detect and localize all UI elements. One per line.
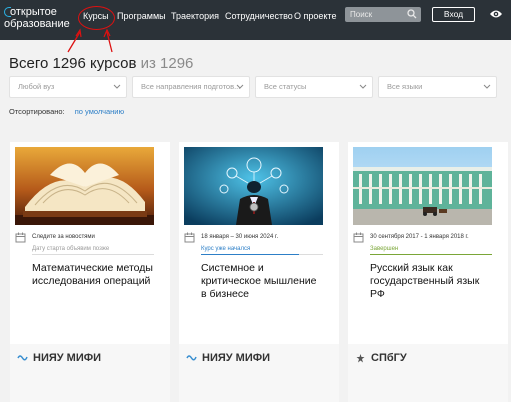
login-button[interactable]: Вход [432,7,475,22]
course-title[interactable]: Системное и критическое мышление в бизне… [201,262,323,301]
nav-item-cooperation[interactable]: Сотрудничество [225,10,293,22]
calendar-icon [353,232,364,243]
mephi-logo-icon [17,355,28,361]
search-placeholder: Поиск [350,10,373,19]
course-progress-fill [201,254,299,255]
nav-item-programs[interactable]: Программы [117,10,166,22]
course-card[interactable]: 30 сентября 2017 - 1 января 2018 г. Заве… [348,142,508,402]
sort-control: Отсортировано: по умолчанию [9,107,124,117]
courses-total: Всего 1296 курсов [9,55,137,72]
course-card-footer: СПбГУ [348,344,508,402]
logo-line1: открытое [10,6,57,18]
search-input[interactable]: Поиск [345,7,421,22]
logo-line2: образование [4,18,70,30]
course-title[interactable]: Математические методы исследования опера… [32,262,154,288]
course-dates: Следите за новостями [32,234,95,240]
filter-language[interactable]: Все языки [378,76,497,98]
course-card-footer: НИЯУ МИФИ [179,344,339,402]
course-status: Дату старта объявим позже [32,246,110,252]
nav-item-trajectory[interactable]: Траектория [171,10,219,22]
course-image-winter-palace [353,147,492,225]
course-dates: 30 сентября 2017 - 1 января 2018 г. [370,234,469,240]
course-university[interactable]: НИЯУ МИФИ [202,352,270,365]
course-progress-bar [201,254,323,255]
search-icon[interactable] [407,9,417,19]
site-logo[interactable]: открытое образование [4,4,76,36]
filter-direction-label: Все направления подготов... [141,82,241,91]
course-card[interactable]: Следите за новостями Дату старта объявим… [10,142,170,402]
filter-language-label: Все языки [387,82,423,91]
course-image-thinking [184,147,323,225]
chevron-down-icon [236,84,244,89]
chevron-down-icon [483,84,491,89]
courses-count-heading: Всего 1296 курсов из 1296 [9,55,193,73]
calendar-icon [15,232,26,243]
chevron-down-icon [113,84,121,89]
course-university[interactable]: СПбГУ [371,352,407,365]
course-progress-fill [370,254,492,255]
top-navigation-bar: открытое образование Курсы Программы Тра… [0,0,511,40]
filter-direction[interactable]: Все направления подготов... [132,76,250,98]
course-dates: 18 января – 30 июня 2024 г. [201,234,279,240]
filter-status-label: Все статусы [264,82,307,91]
course-card-footer: НИЯУ МИФИ [10,344,170,402]
annotation-circle [78,6,115,30]
sort-value-link[interactable]: по умолчанию [75,107,124,116]
filter-university[interactable]: Любой вуз [9,76,127,98]
course-progress-bar [32,254,154,255]
sort-label: Отсортировано: [9,107,65,116]
courses-total-of: из 1296 [140,55,194,72]
course-status: Курс уже начался [201,246,251,252]
course-image-books [15,147,154,225]
course-title[interactable]: Русский язык как государственный язык РФ [370,262,492,301]
calendar-icon [184,232,195,243]
nav-item-about[interactable]: О проекте [294,10,336,22]
filter-university-label: Любой вуз [18,82,55,91]
filter-status[interactable]: Все статусы [255,76,373,98]
course-progress-bar [370,254,492,255]
spbu-crest-icon [356,354,365,363]
accessibility-eye-icon[interactable] [489,9,503,19]
course-status: Завершен [370,246,399,252]
course-university[interactable]: НИЯУ МИФИ [33,352,101,365]
chevron-down-icon [359,84,367,89]
mephi-logo-icon [186,355,197,361]
course-card[interactable]: 18 января – 30 июня 2024 г. Курс уже нач… [179,142,339,402]
